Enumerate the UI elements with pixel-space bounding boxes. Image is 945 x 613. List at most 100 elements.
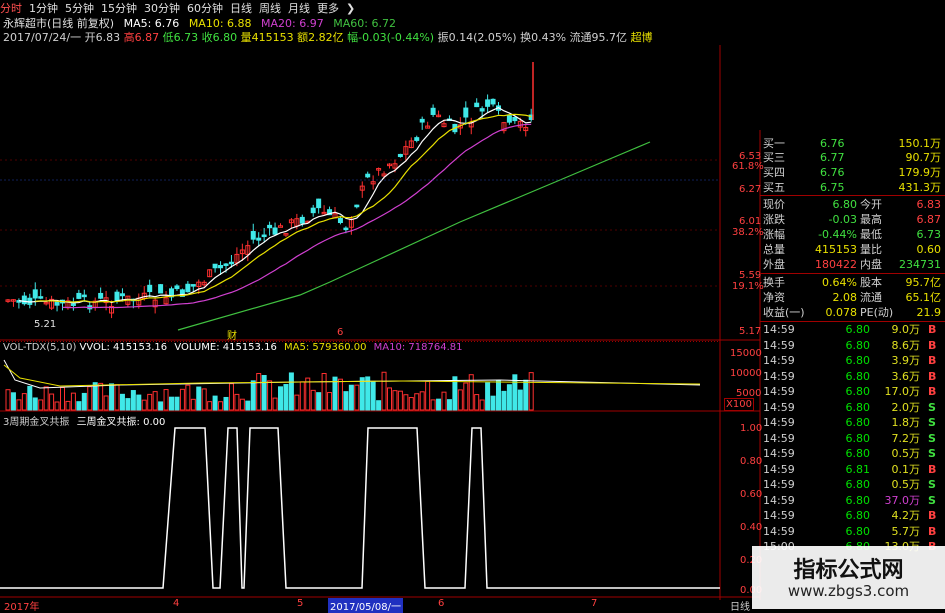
vol-axis-2: 10000 xyxy=(730,368,762,379)
volume-bar xyxy=(174,396,180,411)
candle-body xyxy=(76,292,82,299)
tick-direction: S xyxy=(928,447,936,460)
tick-price: 6.80 xyxy=(845,354,871,367)
candle-body xyxy=(474,102,480,108)
candle-body xyxy=(463,107,469,118)
volume-bar xyxy=(163,389,169,411)
candle-body xyxy=(21,295,27,305)
volume-bar xyxy=(136,394,142,411)
price-axis-5: 5.17 xyxy=(739,326,762,337)
tick-time: 14:59 xyxy=(763,524,795,538)
volume-bar xyxy=(245,400,251,411)
tick-row: 14:59 6.80 37.0万 S xyxy=(760,493,945,509)
candle-body xyxy=(512,116,518,122)
tick-row: 14:59 6.80 0.5万 S xyxy=(760,446,945,462)
stat-key: 涨幅 xyxy=(763,228,785,241)
tick-volume: 17.0万 xyxy=(884,385,921,398)
volume-bar xyxy=(234,393,240,411)
fib-label-3: 19.1% xyxy=(732,281,764,292)
candle-body xyxy=(430,107,436,115)
stat-value: 65.1亿 xyxy=(905,291,942,304)
volume-bar xyxy=(463,382,469,411)
volume-bar xyxy=(381,371,387,411)
stat-value: 415153 xyxy=(815,243,857,256)
volume-bar xyxy=(272,397,278,411)
candle-body xyxy=(190,284,196,287)
tick-volume: 3.6万 xyxy=(891,369,921,383)
volume-bar xyxy=(65,400,71,411)
volume-bar xyxy=(288,372,294,411)
candle-body xyxy=(261,234,267,238)
tick-row: 14:59 6.80 7.2万 S xyxy=(760,431,945,447)
volume-bar xyxy=(130,390,136,411)
indicator-line xyxy=(0,427,720,589)
volume-bar xyxy=(98,382,104,411)
fib-label-2: 38.2% xyxy=(732,227,764,238)
fin-mark: 财 xyxy=(227,331,237,342)
tick-price: 6.80 xyxy=(845,385,871,398)
ob-label: 买五 xyxy=(763,181,785,194)
candle-body xyxy=(299,216,305,224)
tick-direction: B xyxy=(928,354,937,367)
volume-bar xyxy=(457,389,463,411)
stat-value: 0.60 xyxy=(916,243,942,256)
volume-bar xyxy=(294,394,300,411)
date-axis-cursor: 2017/05/08/一 xyxy=(328,598,404,613)
vol-axis-1: 15000 xyxy=(730,348,762,359)
candle-body xyxy=(98,292,104,299)
period-label: 日线 xyxy=(730,602,750,613)
candle-body xyxy=(38,296,44,299)
orderbook-row: 买五 6.75 431.3万 xyxy=(760,180,945,195)
ob-label: 买三 xyxy=(763,151,785,164)
stat-value: 6.87 xyxy=(916,213,942,226)
tick-volume: 37.0万 xyxy=(884,493,921,507)
tick-time: 14:59 xyxy=(763,385,795,398)
tick-volume: 4.2万 xyxy=(891,509,921,522)
volume-bar xyxy=(60,387,65,411)
volume-bar xyxy=(87,386,93,411)
stat-value: 21.9 xyxy=(916,306,942,319)
candle-body xyxy=(81,294,87,298)
tick-direction: B xyxy=(928,462,937,476)
tick-volume: 0.5万 xyxy=(891,478,921,491)
tick-price: 6.80 xyxy=(845,493,871,507)
volume-label: VOLUME: 415153.16 xyxy=(174,342,277,353)
candle-body xyxy=(267,224,273,229)
tick-price: 6.80 xyxy=(845,431,871,445)
volume-bar xyxy=(528,372,534,411)
volume-bar xyxy=(485,382,491,411)
stat-key: 总量 xyxy=(763,243,785,256)
tick-time: 14:59 xyxy=(763,416,795,429)
ind-axis-2: 0.80 xyxy=(740,456,763,467)
divider xyxy=(760,273,945,274)
volume-bar xyxy=(376,400,382,411)
volume-bar xyxy=(125,398,131,411)
tick-time: 14:59 xyxy=(763,369,795,383)
ind-axis-1: 1.00 xyxy=(740,423,763,434)
price-axis-2: 6.27 xyxy=(739,184,762,195)
tick-price: 6.80 xyxy=(845,338,871,352)
orderbook-row: 买一 6.76 150.1万 xyxy=(760,136,945,151)
tick-time: 14:59 xyxy=(763,431,795,445)
candle-body xyxy=(147,284,153,293)
ob-price: 6.76 xyxy=(820,166,845,179)
volume-bar xyxy=(299,381,305,411)
tick-direction: B xyxy=(928,509,937,522)
tick-direction: S xyxy=(928,478,936,491)
tick-direction: S xyxy=(928,431,936,445)
stat-key: 收益(一) xyxy=(763,306,805,319)
tick-price: 6.80 xyxy=(845,509,871,522)
candle-body xyxy=(343,227,349,231)
tick-direction: B xyxy=(928,369,937,383)
vvol-label: VVOL: 415153.16 xyxy=(79,342,168,353)
volume-bar xyxy=(207,401,213,411)
volume-bar xyxy=(10,392,16,411)
stat-key: 净资 xyxy=(763,291,785,304)
candle-body xyxy=(337,218,343,224)
stat-key: 股本 xyxy=(860,276,882,289)
volume-bar xyxy=(43,386,49,411)
volume-bar xyxy=(343,391,349,411)
tick-time: 14:59 xyxy=(763,354,795,367)
volume-bar xyxy=(27,385,33,411)
volume-bar xyxy=(38,399,44,411)
